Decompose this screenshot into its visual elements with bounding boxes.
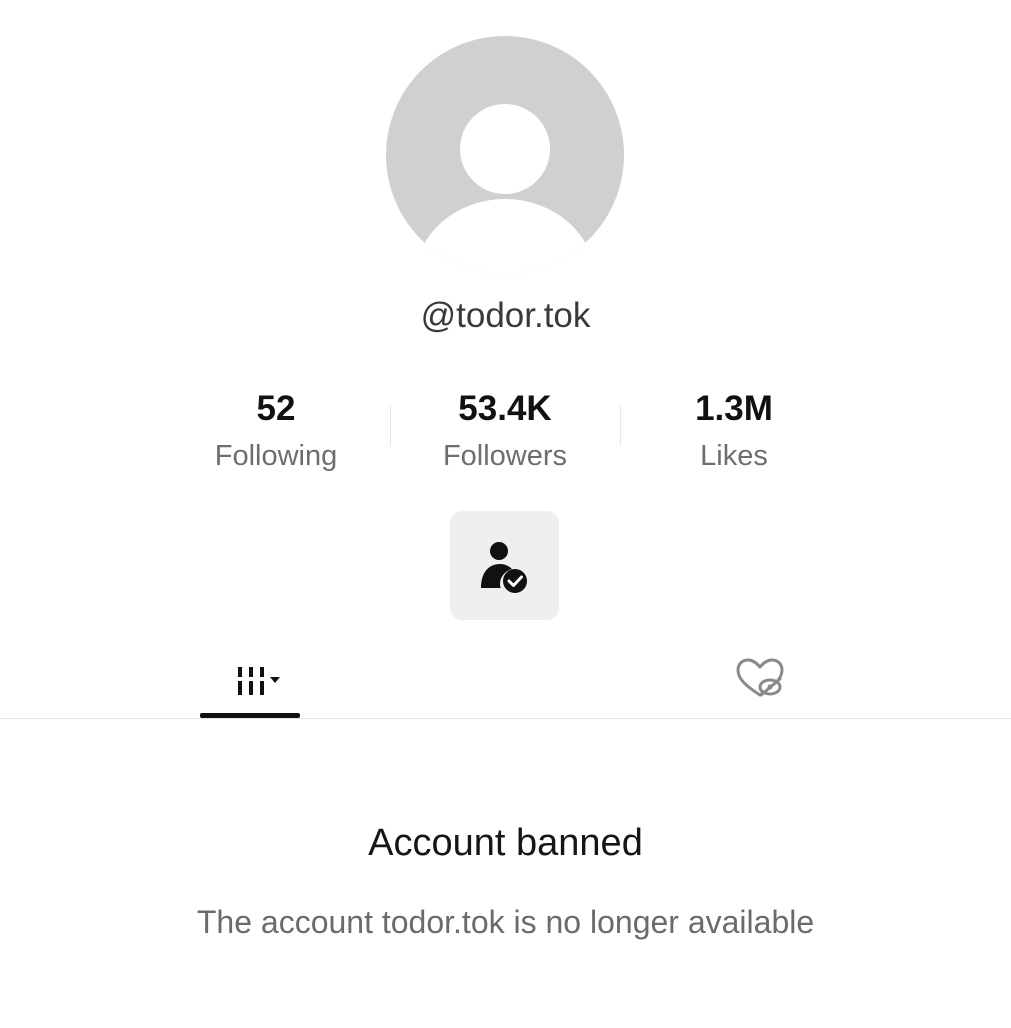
friends-status-button[interactable]: [450, 511, 559, 620]
stat-followers[interactable]: 53.4K Followers: [405, 388, 605, 473]
likes-label: Likes: [700, 440, 768, 472]
banned-title: Account banned: [368, 822, 643, 864]
stat-following[interactable]: 52 Following: [176, 388, 376, 473]
grid-columns-icon: [238, 667, 280, 695]
tab-liked[interactable]: [710, 640, 810, 718]
stat-divider: [620, 406, 621, 446]
avatar[interactable]: [386, 36, 624, 274]
tabs-divider: [0, 718, 1011, 719]
tab-videos[interactable]: [200, 640, 300, 718]
banned-description: The account todor.tok is no longer avail…: [196, 904, 815, 940]
followers-count: 53.4K: [458, 389, 552, 428]
stat-divider: [390, 406, 391, 446]
following-label: Following: [214, 440, 338, 472]
avatar-body-shape: [415, 199, 595, 274]
stat-likes: 1.3M Likes: [634, 388, 834, 473]
person-check-icon: [480, 541, 527, 593]
avatar-head-shape: [460, 104, 550, 194]
hidden-heart-icon: [736, 658, 784, 697]
followers-label: Followers: [442, 440, 568, 472]
username: @todor.tok: [420, 296, 591, 335]
following-count: 52: [256, 389, 296, 428]
likes-count: 1.3M: [695, 389, 773, 428]
